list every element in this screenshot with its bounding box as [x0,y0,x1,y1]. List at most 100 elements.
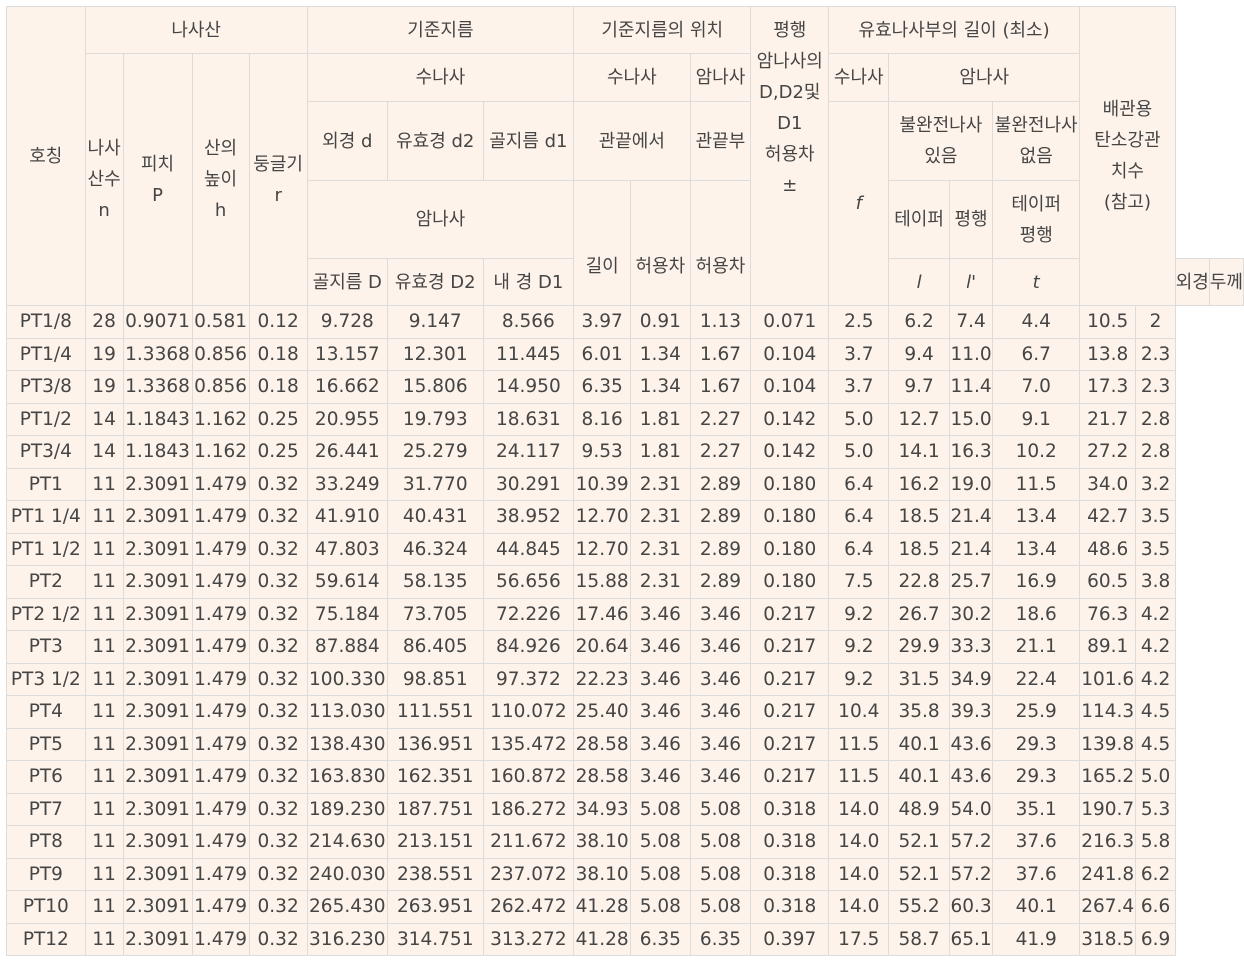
table-cell: 9.147 [386,305,484,339]
table-cell: 84.926 [482,630,575,664]
table-cell: 12.301 [386,337,484,371]
table-cell: 28 [84,305,124,339]
table-row: PT2 1/2 11 2.3091 1.479 0.32 75.184 73.705 72.2… [6,597,1244,631]
table-cell: 2.3091 [122,630,193,664]
table-cell: 22.23 [573,662,632,696]
table-cell: 1.479 [191,630,250,664]
table-cell: 18.5 [888,500,950,534]
table-cell: 0.217 [750,727,830,761]
table-cell: 1.479 [191,662,250,696]
table-cell: 0.180 [750,500,830,534]
row-designation: PT1/2 [6,402,86,436]
table-cell: 44.845 [482,532,575,566]
table-cell: 29.3 [992,727,1081,761]
row-designation: PT3 1/2 [6,662,86,696]
table-cell: 11.445 [482,337,575,371]
table-cell: 25.7 [948,565,994,599]
header-t: t [992,258,1081,306]
table-cell: 12.70 [573,500,632,534]
table-cell: 1.479 [191,792,250,826]
table-cell: 6.35 [630,922,691,956]
table-cell: 34.93 [573,792,632,826]
table-cell: 3.46 [689,662,752,696]
table-cell: 1.479 [191,825,250,859]
table-cell: 11 [84,565,124,599]
table-cell: 11 [84,857,124,891]
table-cell: 14.0 [828,890,890,924]
table-cell: 38.952 [482,500,575,534]
header-incomplete-yes: 불완전나사 있음 [888,101,994,181]
table-cell: 11.0 [948,337,994,371]
table-cell: 41.9 [992,922,1081,956]
table-row: PT8 11 2.3091 1.479 0.32 214.630 213.151 211.67… [6,825,1244,859]
table-cell: 1.81 [630,435,691,469]
table-cell: 186.272 [482,792,575,826]
table-cell: 1.479 [191,500,250,534]
table-cell: 1.479 [191,727,250,761]
row-designation: PT4 [6,695,86,729]
header-outer-d: 외경 d [306,101,388,181]
table-cell: 6.01 [573,337,632,371]
table-cell: 265.430 [306,890,388,924]
table-cell: 9.53 [573,435,632,469]
table-row: PT12 11 2.3091 1.479 0.32 316.230 314.751 313.2… [6,922,1244,956]
table-cell: 57.2 [948,825,994,859]
table-cell: 4.2 [1135,662,1176,696]
table-cell: 39.3 [948,695,994,729]
header-eff-male: 수나사 [828,53,890,102]
table-cell: 40.431 [386,500,484,534]
table-cell: 1.479 [191,565,250,599]
table-cell: 19 [84,370,124,404]
header-f: f [828,101,890,306]
table-cell: 2.8 [1135,435,1176,469]
header-height: 산의 높이 h [191,53,250,306]
table-cell: 1.1843 [122,435,193,469]
table-cell: 1.479 [191,760,250,794]
table-cell: 29.3 [992,760,1081,794]
table-cell: 11 [84,760,124,794]
header-radius: 둥글기 r [248,53,308,306]
table-cell: 34.9 [948,662,994,696]
row-designation: PT2 1/2 [6,597,86,631]
header-base-diameter: 기준지름 [306,6,575,54]
table-container: 호칭 나사산 기준지름 기준지름의 위치 평행 암나사의 D,D2및 D1 허용… [6,6,1244,956]
table-cell: 20.64 [573,630,632,664]
table-cell: 187.751 [386,792,484,826]
table-cell: 60.3 [948,890,994,924]
table-cell: 43.6 [948,760,994,794]
table-cell: 5.8 [1135,825,1176,859]
header-outer: 외경 [1174,258,1210,306]
table-cell: 29.9 [888,630,950,664]
table-cell: 12.7 [888,402,950,436]
table-cell: 1.479 [191,695,250,729]
table-cell: 6.4 [828,500,890,534]
table-cell: 46.324 [386,532,484,566]
table-cell: 213.151 [386,825,484,859]
table-cell: 11 [84,532,124,566]
row-designation: PT5 [6,727,86,761]
table-cell: 0.142 [750,402,830,436]
table-cell: 7.0 [992,370,1081,404]
table-cell: 0.32 [248,760,308,794]
table-row: PT1 1/4 11 2.3091 1.479 0.32 41.910 40.431 38.9… [6,500,1244,534]
table-cell: 40.1 [888,760,950,794]
table-cell: 2.89 [689,467,752,501]
table-cell: 1.81 [630,402,691,436]
table-cell: 30.291 [482,467,575,501]
table-cell: 3.7 [828,337,890,371]
table-cell: 8.16 [573,402,632,436]
table-row: PT10 11 2.3091 1.479 0.32 265.430 263.951 262.4… [6,890,1244,924]
table-cell: 5.08 [689,792,752,826]
table-cell: 111.551 [386,695,484,729]
table-cell: 0.217 [750,630,830,664]
table-cell: 165.2 [1079,760,1137,794]
table-cell: 3.46 [630,597,691,631]
table-cell: 216.3 [1079,825,1137,859]
row-designation: PT12 [6,922,86,956]
table-cell: 2.3091 [122,467,193,501]
table-cell: 6.4 [828,467,890,501]
header-inner-D1: 내 경 D1 [482,258,575,306]
table-cell: 0.9071 [122,305,193,339]
row-designation: PT3/8 [6,370,86,404]
table-row: PT4 11 2.3091 1.479 0.32 113.030 111.551 110.07… [6,695,1244,729]
